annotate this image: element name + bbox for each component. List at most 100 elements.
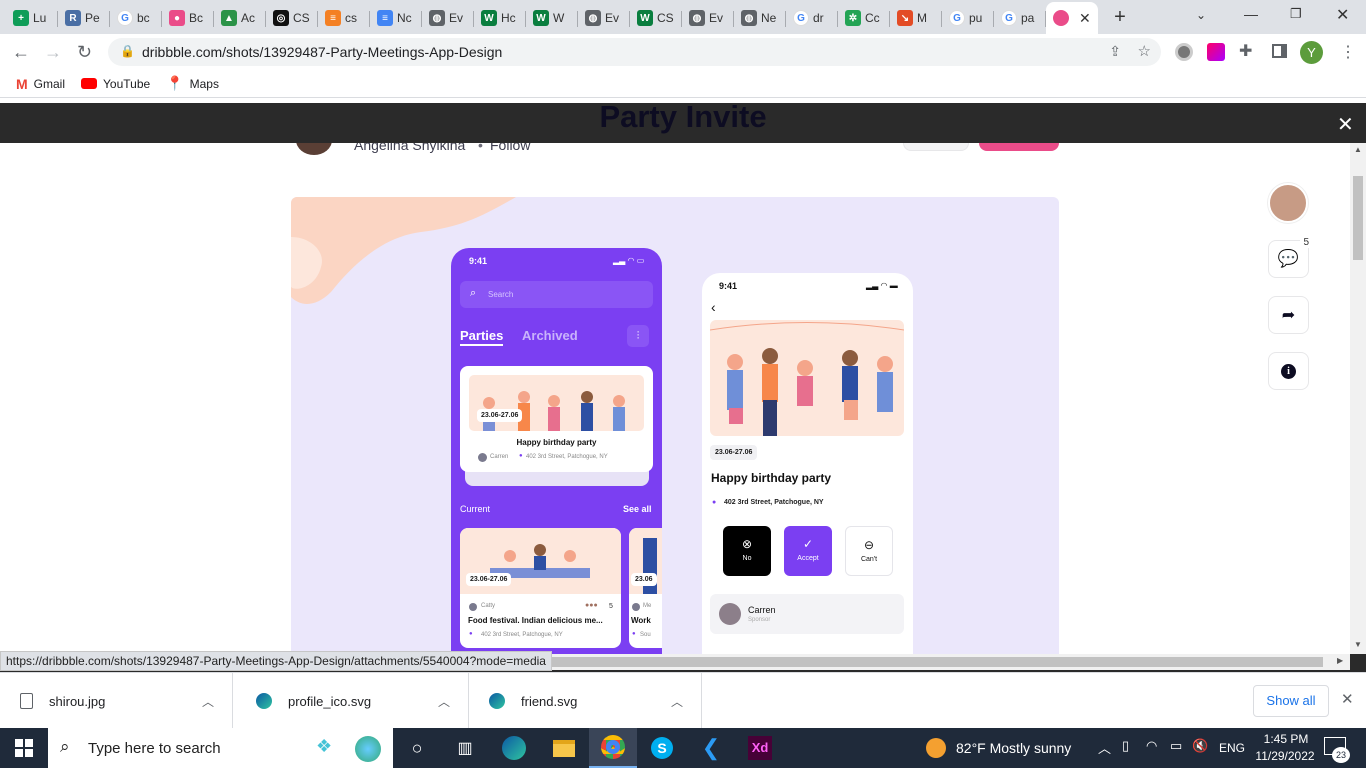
volume-muted-icon[interactable]: 🔇 <box>1192 738 1208 754</box>
no-button[interactable]: ⊗ No <box>723 526 771 576</box>
share-icon[interactable]: ⇪ <box>1109 43 1121 60</box>
address-bar[interactable]: 🔒 dribbble.com/shots/13929487-Party-Meet… <box>108 38 1161 66</box>
tab-item[interactable]: Gbc <box>110 4 162 32</box>
tab-item[interactable]: + Lu <box>6 4 58 32</box>
tab-item[interactable]: ● Bc <box>162 4 214 32</box>
close-modal-icon[interactable]: ✕ <box>1337 112 1354 137</box>
see-all-link[interactable]: See all <box>623 504 652 514</box>
follow-link[interactable]: Follow <box>490 143 530 153</box>
bookmark-youtube[interactable]: YouTube <box>81 77 150 91</box>
vscode-icon[interactable]: ❮ <box>687 728 735 768</box>
tab-item[interactable]: ▲ Ac <box>214 4 266 32</box>
task-view-icon[interactable]: ▥ <box>441 728 489 768</box>
forward-arrow-icon[interactable]: → <box>44 42 62 63</box>
tab-item[interactable]: W CS <box>630 4 682 32</box>
tab-item[interactable]: Gpu <box>942 4 994 32</box>
adobe-xd-icon[interactable]: Xd <box>736 728 784 768</box>
extension-color-icon[interactable] <box>1207 43 1225 61</box>
close-tab-icon[interactable]: ✕ <box>1079 10 1091 27</box>
tab-item[interactable]: ◍ Ev <box>578 4 630 32</box>
weather-text[interactable]: 82°F Mostly sunny <box>956 740 1071 756</box>
weather-sun-icon[interactable] <box>926 738 946 758</box>
language-indicator[interactable]: ENG <box>1219 741 1245 755</box>
author-avatar[interactable] <box>296 143 332 155</box>
extension-gear-icon[interactable] <box>1175 43 1193 61</box>
back-chevron-icon[interactable]: ‹ <box>711 299 716 315</box>
location-pin-icon: ● <box>632 631 636 637</box>
save-button[interactable] <box>903 143 969 151</box>
tab-item[interactable]: ◍ Ev <box>682 4 734 32</box>
reload-icon[interactable]: ↻ <box>77 42 92 63</box>
scroll-right-arrow-icon[interactable]: ▶ <box>1337 656 1343 665</box>
tab-item[interactable]: ≡ Nc <box>370 4 422 32</box>
tray-device-icon[interactable]: ▯ <box>1122 738 1129 754</box>
clock-time[interactable]: 1:45 PM <box>1260 732 1312 746</box>
taskbar-search-box[interactable]: ⌕ Type here to search ❖ <box>48 728 393 768</box>
tab-item[interactable]: ≡ cs <box>318 4 370 32</box>
accept-button[interactable]: ✓ Accept <box>784 526 832 576</box>
chevron-up-icon[interactable]: ︿ <box>438 693 450 710</box>
side-panel-icon[interactable] <box>1272 44 1287 58</box>
wifi-icon[interactable]: ◠ <box>1146 738 1157 754</box>
bookmark-maps[interactable]: 📍 Maps <box>166 75 219 92</box>
edge-icon[interactable] <box>490 728 538 768</box>
chrome-icon[interactable] <box>589 728 637 768</box>
tray-chevron-icon[interactable]: ︿ <box>1098 738 1111 757</box>
windows-start-icon[interactable] <box>0 728 48 768</box>
tab-item[interactable]: ✲ Cc <box>838 4 890 32</box>
restore-button[interactable]: ❐ <box>1290 6 1302 22</box>
profile-avatar[interactable]: Y <box>1300 41 1323 64</box>
chevron-up-icon[interactable]: ︿ <box>202 693 214 710</box>
tab-parties[interactable]: Parties <box>460 328 504 346</box>
scrollbar-thumb[interactable] <box>1353 176 1363 260</box>
like-button[interactable] <box>979 143 1059 151</box>
tab-active-dribbble[interactable]: ✕ <box>1046 2 1098 34</box>
back-arrow-icon[interactable]: ← <box>12 42 30 63</box>
cant-button[interactable]: ⊖ Can't <box>845 526 893 576</box>
file-explorer-icon[interactable] <box>540 728 588 768</box>
bookmark-star-icon[interactable]: ☆ <box>1138 42 1151 60</box>
search-input[interactable]: ⌕ Search <box>460 281 653 308</box>
download-item[interactable]: profile_ico.svg ︿ <box>236 673 469 729</box>
download-item[interactable]: shirou.jpg ︿ <box>0 673 233 729</box>
tab-search-chevron-icon[interactable]: ⌄ <box>1196 8 1206 22</box>
close-window-button[interactable]: ✕ <box>1336 5 1349 25</box>
new-tab-button[interactable]: + <box>1108 6 1132 30</box>
sponsor-row[interactable]: Carren Sponsor <box>710 594 904 634</box>
scroll-up-arrow-icon[interactable]: ▲ <box>1354 145 1362 154</box>
bookmark-gmail[interactable]: M Gmail <box>16 76 65 92</box>
tab-item[interactable]: ↘ M <box>890 4 942 32</box>
menu-dots-icon[interactable]: ⋮ <box>1340 42 1356 62</box>
minimize-button[interactable]: — <box>1244 6 1258 22</box>
cortana-icon[interactable]: ○ <box>393 728 441 768</box>
show-all-button[interactable]: Show all <box>1253 685 1329 717</box>
comments-button[interactable]: 💬 5 <box>1268 237 1312 278</box>
extensions-puzzle-icon[interactable]: ✚ <box>1239 41 1252 61</box>
designer-avatar[interactable] <box>1268 183 1308 223</box>
clock-date[interactable]: 11/29/2022 <box>1252 749 1318 763</box>
tab-item[interactable]: ◎ CS <box>266 4 318 32</box>
tab-item[interactable]: WW <box>526 4 578 32</box>
author-name[interactable]: Angelina Shylkina <box>354 143 465 153</box>
tab-item[interactable]: W Hc <box>474 4 526 32</box>
tab-item[interactable]: ◍ Ne <box>734 4 786 32</box>
battery-icon[interactable]: ▭ <box>1170 738 1182 754</box>
chevron-up-icon[interactable]: ︿ <box>671 693 683 710</box>
skype-icon[interactable]: S <box>638 728 686 768</box>
download-item[interactable]: friend.svg ︿ <box>469 673 702 729</box>
filter-icon[interactable]: ⫶ <box>627 325 649 347</box>
tab-item[interactable]: ◍ Ev <box>422 4 474 32</box>
close-downloads-icon[interactable]: ✕ <box>1341 690 1354 708</box>
party-card[interactable]: 23.06-27.06 Happy birthday party Carren … <box>460 366 653 472</box>
event-card-work[interactable]: 23.06 Me Work ● Sou <box>629 528 662 648</box>
share-button[interactable]: ➦ <box>1268 296 1309 334</box>
event-card-food[interactable]: 23.06-27.06 Catty ●●● 5 Food festival. I… <box>460 528 621 648</box>
tab-archived[interactable]: Archived <box>522 328 578 343</box>
tab-item[interactable]: Gdr <box>786 4 838 32</box>
vertical-scrollbar[interactable]: ▲ ▼ <box>1350 143 1366 654</box>
info-button[interactable]: i <box>1268 352 1309 390</box>
tab-item[interactable]: R Pe <box>58 4 110 32</box>
scroll-down-arrow-icon[interactable]: ▼ <box>1354 640 1362 649</box>
shot-image[interactable]: 9:41 ▂▃ ◠ ▭ ⌕ Search Parties Archived ⫶ <box>291 197 1059 654</box>
tab-item[interactable]: Gpa <box>994 4 1046 32</box>
